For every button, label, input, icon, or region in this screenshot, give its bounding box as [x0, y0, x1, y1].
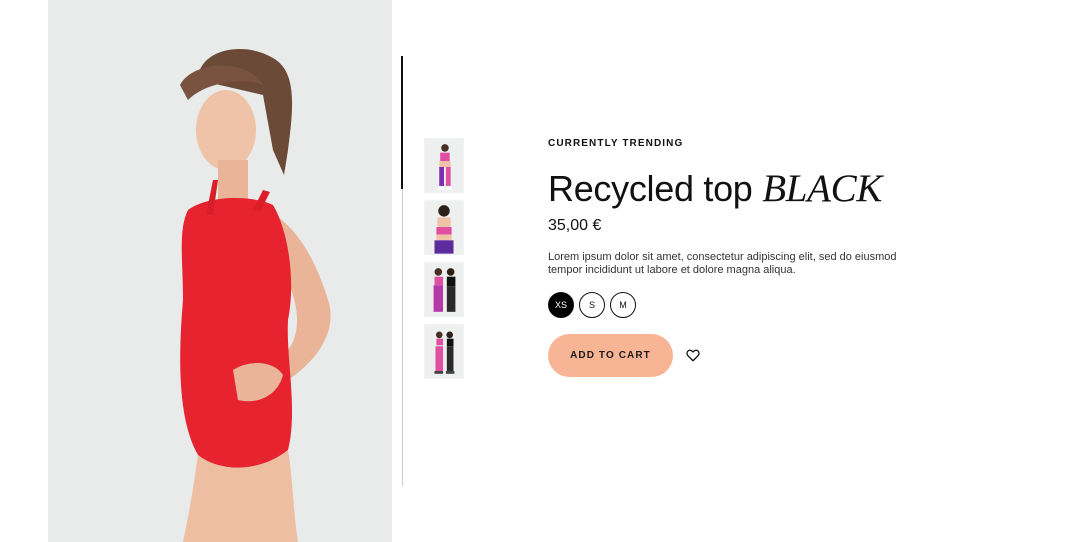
size-option-xs[interactable]: XS [548, 292, 574, 318]
product-description: Lorem ipsum dolor sit amet, consectetur … [548, 251, 897, 276]
size-option-s[interactable]: S [579, 292, 605, 318]
product-details: CURRENTLY TRENDING Recycled top BLACK 35… [548, 138, 948, 377]
thumbnail-3[interactable] [424, 262, 464, 317]
thumbnail-4[interactable] [424, 324, 464, 379]
thumbnail-list [424, 138, 464, 386]
thumbnail-1[interactable] [424, 138, 464, 193]
product-title: Recycled top BLACK [548, 169, 948, 209]
product-title-color: BLACK [762, 167, 883, 210]
product-hero-image [48, 0, 392, 542]
size-selector: XS S M [548, 292, 948, 318]
heart-icon[interactable] [685, 348, 701, 364]
product-price: 35,00 € [548, 217, 602, 234]
product-title-main: Recycled top [548, 168, 753, 209]
purchase-actions: ADD TO CART [548, 334, 948, 377]
product-page: CURRENTLY TRENDING Recycled top BLACK 35… [0, 0, 1086, 542]
size-option-m[interactable]: M [610, 292, 636, 318]
add-to-cart-button[interactable]: ADD TO CART [548, 334, 673, 377]
thumbnail-2[interactable] [424, 200, 464, 255]
eyebrow-label: CURRENTLY TRENDING [548, 138, 684, 149]
gallery-scroll-indicator[interactable] [401, 56, 403, 189]
